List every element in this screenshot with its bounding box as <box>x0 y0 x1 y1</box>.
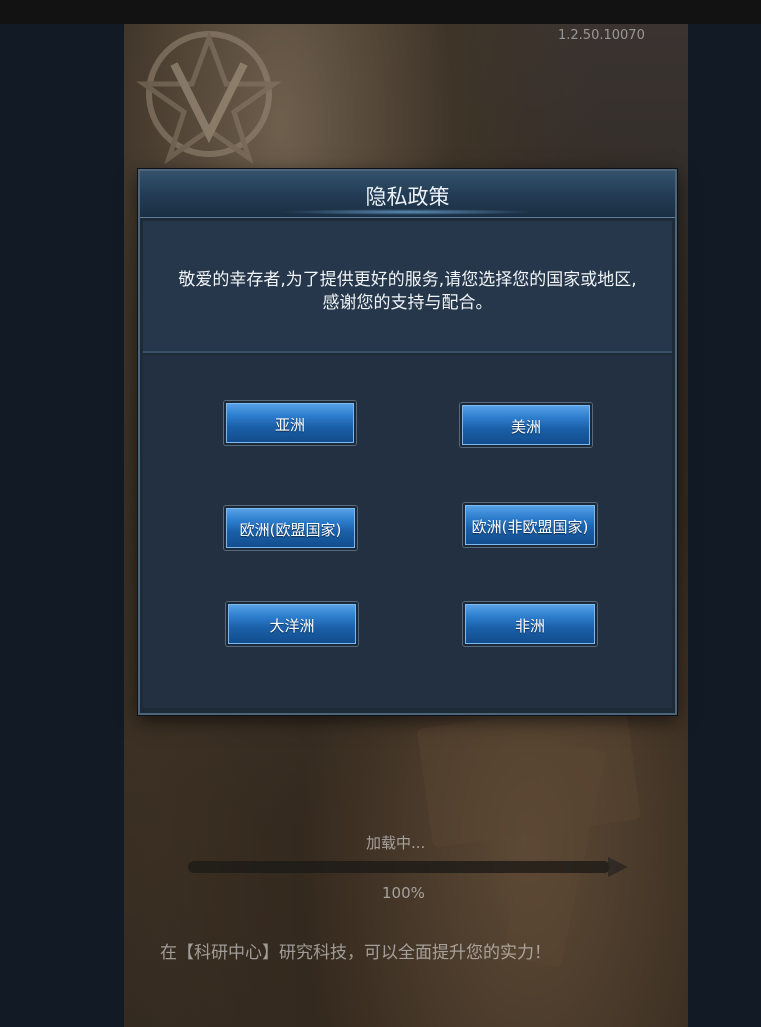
region-oceania-label: 大洋洲 <box>269 617 315 635</box>
region-africa-button[interactable]: 非洲 <box>463 602 597 646</box>
region-options-panel: 亚洲 美洲 欧洲(欧盟国家) 欧洲(非欧盟国家) 大洋洲 非洲 <box>143 355 672 708</box>
game-emblem-icon <box>136 30 282 165</box>
region-africa-label: 非洲 <box>514 617 545 635</box>
region-asia-button[interactable]: 亚洲 <box>224 401 356 445</box>
region-oceania-button[interactable]: 大洋洲 <box>226 602 358 646</box>
region-europe-non-eu-label: 欧洲(非欧盟国家) <box>471 518 589 536</box>
loading-progress-bar <box>178 855 628 879</box>
loading-tip-text: 在【科研中心】研究科技，可以全面提升您的实力！ <box>160 943 551 963</box>
dialog-message-line-1: 敬爱的幸存者,为了提供更好的服务,请您选择您的国家或地区, <box>178 270 637 290</box>
dialog-message-line-2: 感谢您的支持与配合。 <box>322 293 493 313</box>
loading-label: 加载中... <box>366 834 426 852</box>
left-letterbox <box>0 24 124 1027</box>
region-europe-eu-label: 欧洲(欧盟国家) <box>239 521 342 539</box>
loading-bar-tip-icon <box>608 857 628 877</box>
privacy-policy-dialog: 隐私政策 敬爱的幸存者,为了提供更好的服务,请您选择您的国家或地区, 感谢您的支… <box>138 169 677 715</box>
top-status-bar <box>0 0 761 24</box>
dialog-header: 隐私政策 <box>140 171 675 218</box>
loading-progress-track <box>188 861 610 873</box>
dialog-title: 隐私政策 <box>365 185 450 209</box>
dialog-message-panel: 敬爱的幸存者,为了提供更好的服务,请您选择您的国家或地区, 感谢您的支持与配合。 <box>143 221 672 353</box>
region-europe-eu-button[interactable]: 欧洲(欧盟国家) <box>224 506 357 550</box>
version-label: 1.2.50.10070 <box>558 28 645 43</box>
region-americas-button[interactable]: 美洲 <box>460 403 592 447</box>
region-europe-non-eu-button[interactable]: 欧洲(非欧盟国家) <box>463 503 597 547</box>
right-letterbox <box>688 24 761 1027</box>
region-americas-label: 美洲 <box>510 418 541 436</box>
loading-percent: 100% <box>382 884 425 902</box>
region-asia-label: 亚洲 <box>274 416 305 434</box>
